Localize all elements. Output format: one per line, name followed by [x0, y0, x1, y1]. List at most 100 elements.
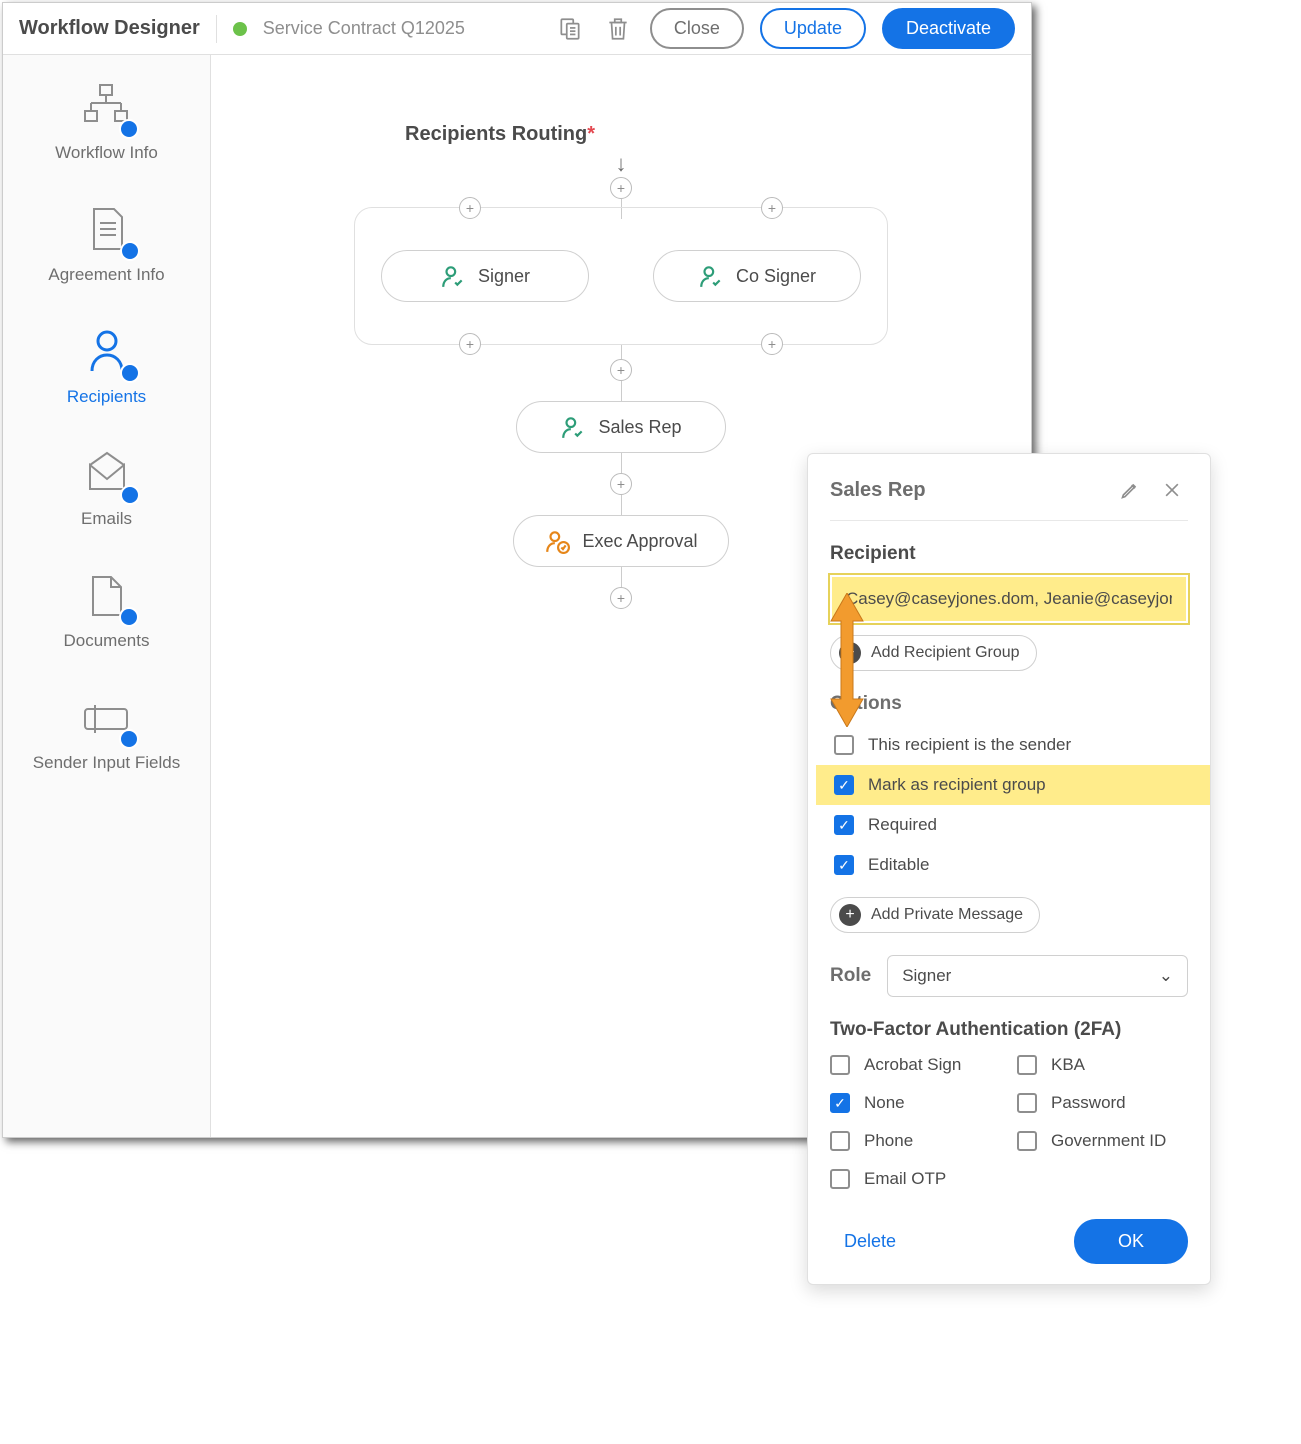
role-label: Role	[830, 965, 871, 987]
documents-icon	[79, 571, 133, 621]
add-node-button[interactable]: +	[610, 177, 632, 199]
add-node-button[interactable]: +	[610, 359, 632, 381]
emails-icon	[80, 449, 134, 499]
tfa-acrobat-sign[interactable]: Acrobat Sign	[830, 1051, 1001, 1079]
node-signer[interactable]: Signer	[381, 250, 589, 302]
edit-badge-icon	[120, 363, 140, 383]
option-required[interactable]: ✓ Required	[830, 805, 1188, 845]
approver-icon	[544, 528, 570, 554]
node-label: Co Signer	[736, 266, 816, 287]
sidebar-item-label: Documents	[64, 631, 150, 651]
checkbox-unchecked-icon[interactable]	[1017, 1131, 1037, 1151]
edit-icon[interactable]	[1114, 474, 1146, 506]
sidebar-item-sender-input-fields[interactable]: Sender Input Fields	[33, 693, 180, 773]
copy-icon[interactable]	[554, 13, 586, 45]
close-icon[interactable]	[1156, 474, 1188, 506]
sidebar-item-label: Agreement Info	[48, 265, 164, 285]
tfa-section-label: Two-Factor Authentication (2FA)	[830, 1019, 1188, 1041]
sidebar-item-label: Sender Input Fields	[33, 753, 180, 773]
plus-icon: +	[839, 904, 861, 926]
tfa-password[interactable]: Password	[1017, 1089, 1188, 1117]
tfa-government-id[interactable]: Government ID	[1017, 1127, 1188, 1155]
arrow-down-icon: ↓	[616, 151, 627, 177]
recipient-email-input[interactable]	[830, 575, 1188, 623]
node-salesrep[interactable]: Sales Rep	[516, 401, 726, 453]
body: Workflow Info Agreement Info Recipients	[3, 55, 1031, 1137]
tfa-phone[interactable]: Phone	[830, 1127, 1001, 1155]
node-label: Exec Approval	[582, 531, 697, 552]
workflow-canvas: Recipients Routing* ↓ + + + Signer	[211, 55, 1031, 1137]
sidebar-item-agreement-info[interactable]: Agreement Info	[48, 205, 164, 285]
edit-badge-icon	[120, 485, 140, 505]
recipient-editor-popup: Sales Rep Recipient + Add Recipient Grou…	[807, 453, 1211, 1285]
add-node-button[interactable]: +	[761, 333, 783, 355]
contract-name: Service Contract Q12025	[263, 18, 465, 39]
add-recipient-group-button[interactable]: + Add Recipient Group	[830, 635, 1037, 671]
agreement-info-icon	[80, 205, 134, 255]
recipient-section-label: Recipient	[830, 543, 1188, 565]
status-active-icon	[233, 22, 247, 36]
tfa-email-otp[interactable]: Email OTP	[830, 1165, 1001, 1193]
options-section-label: Options	[830, 693, 1188, 715]
edit-badge-icon	[119, 607, 139, 627]
sender-input-fields-icon	[79, 693, 133, 743]
signer-icon	[560, 414, 586, 440]
header-bar: Workflow Designer Service Contract Q1202…	[3, 3, 1031, 55]
app-window: Workflow Designer Service Contract Q1202…	[2, 2, 1032, 1138]
checkbox-unchecked-icon[interactable]	[830, 1131, 850, 1151]
add-node-button[interactable]: +	[459, 333, 481, 355]
sidebar-item-label: Recipients	[67, 387, 146, 407]
sidebar: Workflow Info Agreement Info Recipients	[3, 55, 211, 1137]
sidebar-item-workflow-info[interactable]: Workflow Info	[55, 83, 158, 163]
trash-icon[interactable]	[602, 13, 634, 45]
update-button[interactable]: Update	[760, 8, 866, 49]
option-editable[interactable]: ✓ Editable	[830, 845, 1188, 885]
app-title: Workflow Designer	[19, 17, 200, 40]
sidebar-item-label: Workflow Info	[55, 143, 158, 163]
add-private-message-button[interactable]: + Add Private Message	[830, 897, 1040, 933]
option-mark-recipient-group[interactable]: ✓ Mark as recipient group	[816, 765, 1210, 805]
parallel-group: + + Signer Co Sign	[354, 207, 888, 345]
edit-badge-icon	[120, 241, 140, 261]
node-cosigner[interactable]: Co Signer	[653, 250, 861, 302]
recipients-icon	[80, 327, 134, 377]
ok-button[interactable]: OK	[1074, 1219, 1188, 1264]
checkbox-checked-icon[interactable]: ✓	[830, 1093, 850, 1113]
node-exec-approval[interactable]: Exec Approval	[513, 515, 728, 567]
node-label: Signer	[478, 266, 530, 287]
plus-icon: +	[839, 642, 861, 664]
add-node-button[interactable]: +	[610, 587, 632, 609]
node-label: Sales Rep	[598, 417, 681, 438]
workflow-info-icon	[79, 83, 133, 133]
popup-title: Sales Rep	[830, 479, 1104, 502]
tfa-none[interactable]: ✓None	[830, 1089, 1001, 1117]
close-button[interactable]: Close	[650, 8, 744, 49]
checkbox-unchecked-icon[interactable]	[830, 1169, 850, 1189]
delete-button[interactable]: Delete	[830, 1223, 910, 1260]
routing-title: Recipients Routing*	[405, 123, 595, 146]
edit-badge-icon	[119, 119, 139, 139]
checkbox-unchecked-icon[interactable]	[830, 1055, 850, 1075]
signer-icon	[440, 263, 466, 289]
checkbox-checked-icon[interactable]: ✓	[834, 815, 854, 835]
sidebar-item-label: Emails	[81, 509, 132, 529]
sidebar-item-recipients[interactable]: Recipients	[67, 327, 146, 407]
chevron-down-icon: ⌄	[1159, 966, 1173, 986]
tfa-kba[interactable]: KBA	[1017, 1051, 1188, 1079]
role-select[interactable]: Signer ⌄	[887, 955, 1188, 997]
add-node-button[interactable]: +	[761, 197, 783, 219]
add-node-button[interactable]: +	[459, 197, 481, 219]
checkbox-checked-icon[interactable]: ✓	[834, 855, 854, 875]
sidebar-item-documents[interactable]: Documents	[64, 571, 150, 651]
checkbox-unchecked-icon[interactable]	[1017, 1093, 1037, 1113]
option-is-sender[interactable]: This recipient is the sender	[830, 725, 1188, 765]
add-node-button[interactable]: +	[610, 473, 632, 495]
checkbox-unchecked-icon[interactable]	[1017, 1055, 1037, 1075]
deactivate-button[interactable]: Deactivate	[882, 8, 1015, 49]
divider	[216, 15, 217, 43]
edit-badge-icon	[119, 729, 139, 749]
checkbox-checked-icon[interactable]: ✓	[834, 775, 854, 795]
sidebar-item-emails[interactable]: Emails	[80, 449, 134, 529]
signer-icon	[698, 263, 724, 289]
checkbox-unchecked-icon[interactable]	[834, 735, 854, 755]
